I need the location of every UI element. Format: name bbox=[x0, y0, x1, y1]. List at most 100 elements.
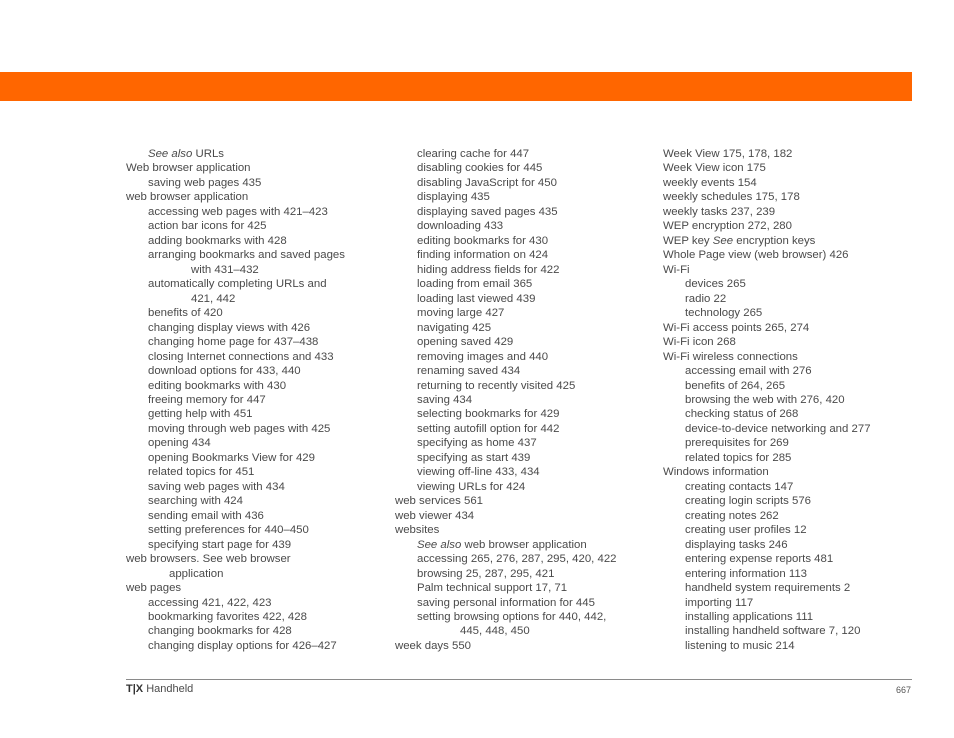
index-subentry: radio 22 bbox=[663, 292, 925, 306]
index-subentry: setting browsing options for 440, 442, bbox=[395, 610, 657, 624]
index-subentry: creating user profiles 12 bbox=[663, 523, 925, 537]
entry-text: selecting bookmarks for 429 bbox=[417, 408, 560, 421]
index-subentry: devices 265 bbox=[663, 277, 925, 291]
index-subentry: renaming saved 434 bbox=[395, 364, 657, 378]
entry-text: week days 550 bbox=[395, 639, 471, 652]
entry-text: moving large 427 bbox=[417, 307, 505, 320]
index-subentry: accessing email with 276 bbox=[663, 364, 925, 378]
index-entry-continuation: 421, 442 bbox=[126, 292, 388, 306]
see-also-label: See also bbox=[148, 148, 193, 160]
entry-text: web browser application bbox=[126, 191, 249, 204]
entry-text: viewing URLs for 424 bbox=[417, 480, 526, 493]
index-subentry: automatically completing URLs and bbox=[126, 277, 388, 291]
entry-text: changing display views with 426 bbox=[148, 321, 311, 334]
entry-text: Wi-Fi icon 268 bbox=[663, 336, 736, 349]
index-subentry: getting help with 451 bbox=[126, 407, 388, 421]
entry-text: radio 22 bbox=[685, 292, 727, 305]
index-subentry: displaying 435 bbox=[395, 190, 657, 204]
entry-text: setting preferences for 440–450 bbox=[148, 524, 309, 537]
entry-text: loading from email 365 bbox=[417, 278, 533, 291]
index-subentry: checking status of 268 bbox=[663, 407, 925, 421]
entry-text: creating user profiles 12 bbox=[685, 524, 807, 537]
index-subentry: opening Bookmarks View for 429 bbox=[126, 451, 388, 465]
entry-text: changing bookmarks for 428 bbox=[148, 625, 292, 638]
entry-text: removing images and 440 bbox=[417, 350, 549, 363]
entry-text: Wi-Fi bbox=[663, 263, 690, 276]
entry-text: entering expense reports 481 bbox=[685, 553, 834, 566]
entry-text: prerequisites for 269 bbox=[685, 437, 789, 450]
index-subentry: viewing off-line 433, 434 bbox=[395, 465, 657, 479]
entry-text: freeing memory for 447 bbox=[148, 393, 266, 406]
index-subentry: entering information 113 bbox=[663, 567, 925, 581]
index-subentry: installing applications 111 bbox=[663, 610, 925, 624]
see-also-label: See also bbox=[417, 538, 462, 551]
index-subentry: editing bookmarks for 430 bbox=[395, 234, 657, 248]
entry-text: viewing off-line 433, 434 bbox=[417, 466, 540, 479]
entry-text: opening Bookmarks View for 429 bbox=[148, 451, 315, 464]
entry-text: disabling JavaScript for 450 bbox=[417, 176, 557, 189]
entry-text: application bbox=[169, 567, 224, 580]
entry-text: Whole Page view (web browser) 426 bbox=[663, 249, 849, 262]
entry-text: automatically completing URLs and bbox=[148, 278, 327, 291]
index-entry: web viewer 434 bbox=[395, 509, 657, 523]
index-subentry: freeing memory for 447 bbox=[126, 393, 388, 407]
index-subentry: related topics for 285 bbox=[663, 451, 925, 465]
index-subentry: listening to music 214 bbox=[663, 639, 925, 653]
index-subentry: saving web pages with 434 bbox=[126, 480, 388, 494]
entry-text: saving web pages with 434 bbox=[148, 480, 285, 493]
index-subentry: importing 117 bbox=[663, 596, 925, 610]
entry-text-after: encryption keys bbox=[733, 234, 816, 247]
entry-text: web pages bbox=[126, 582, 182, 595]
index-subentry: See also web browser application bbox=[395, 538, 657, 552]
entry-text: related topics for 285 bbox=[685, 451, 792, 464]
index-subentry: download options for 433, 440 bbox=[126, 364, 388, 378]
entry-text: download options for 433, 440 bbox=[148, 365, 301, 378]
index-entry: websites bbox=[395, 523, 657, 537]
entry-text: web services 561 bbox=[395, 495, 484, 508]
entry-text: setting autofill option for 442 bbox=[417, 422, 560, 435]
index-subentry: benefits of 264, 265 bbox=[663, 379, 925, 393]
index-subentry: technology 265 bbox=[663, 306, 925, 320]
index-entry: Wi-Fi access points 265, 274 bbox=[663, 321, 925, 335]
index-entry-continuation: 445, 448, 450 bbox=[395, 624, 657, 638]
entry-text: downloading 433 bbox=[417, 220, 504, 233]
entry-text: saving personal information for 445 bbox=[417, 596, 595, 609]
entry-text: handheld system requirements 2 bbox=[685, 582, 851, 595]
entry-text: WEP key bbox=[663, 234, 713, 247]
entry-text: loading last viewed 439 bbox=[417, 292, 536, 305]
index-subentry: returning to recently visited 425 bbox=[395, 379, 657, 393]
entry-text: Web browser application bbox=[126, 162, 251, 175]
index-subentry: sending email with 436 bbox=[126, 509, 388, 523]
entry-text: adding bookmarks with 428 bbox=[148, 234, 287, 247]
index-subentry: opening saved 429 bbox=[395, 335, 657, 349]
index-subentry: accessing 265, 276, 287, 295, 420, 422 bbox=[395, 552, 657, 566]
index-subentry: creating notes 262 bbox=[663, 509, 925, 523]
entry-text: Wi-Fi wireless connections bbox=[663, 350, 798, 363]
index-subentry: clearing cache for 447 bbox=[395, 147, 657, 161]
entry-text: opening 434 bbox=[148, 437, 211, 450]
index-entry: Wi-Fi bbox=[663, 263, 925, 277]
entry-text: web browsers. See web browser bbox=[126, 553, 291, 566]
entry-text: 445, 448, 450 bbox=[460, 625, 530, 638]
index-entry: Week View 175, 178, 182 bbox=[663, 147, 925, 161]
index-subentry: bookmarking favorites 422, 428 bbox=[126, 610, 388, 624]
index-subentry: removing images and 440 bbox=[395, 350, 657, 364]
index-entry: week days 550 bbox=[395, 639, 657, 653]
index-subentry: specifying start page for 439 bbox=[126, 538, 388, 552]
footer-product-rest: Handheld bbox=[143, 683, 194, 695]
index-subentry: moving large 427 bbox=[395, 306, 657, 320]
entry-text: weekly schedules 175, 178 bbox=[663, 191, 800, 204]
index-subentry: setting preferences for 440–450 bbox=[126, 523, 388, 537]
entry-text: URLs bbox=[192, 148, 224, 160]
entry-text: installing applications 111 bbox=[685, 611, 814, 623]
index-subentry: closing Internet connections and 433 bbox=[126, 350, 388, 364]
footer-product-name: T|X Handheld bbox=[126, 683, 193, 695]
entry-text: entering information 113 bbox=[685, 567, 807, 580]
entry-text: Week View icon 175 bbox=[663, 162, 766, 175]
entry-text: installing handheld software 7, 120 bbox=[685, 625, 861, 638]
entry-text: accessing 421, 422, 423 bbox=[148, 596, 272, 609]
entry-text: displaying 435 bbox=[417, 191, 490, 204]
entry-text: WEP encryption 272, 280 bbox=[663, 220, 792, 233]
index-subentry: selecting bookmarks for 429 bbox=[395, 407, 657, 421]
index-subentry: saving web pages 435 bbox=[126, 176, 388, 190]
